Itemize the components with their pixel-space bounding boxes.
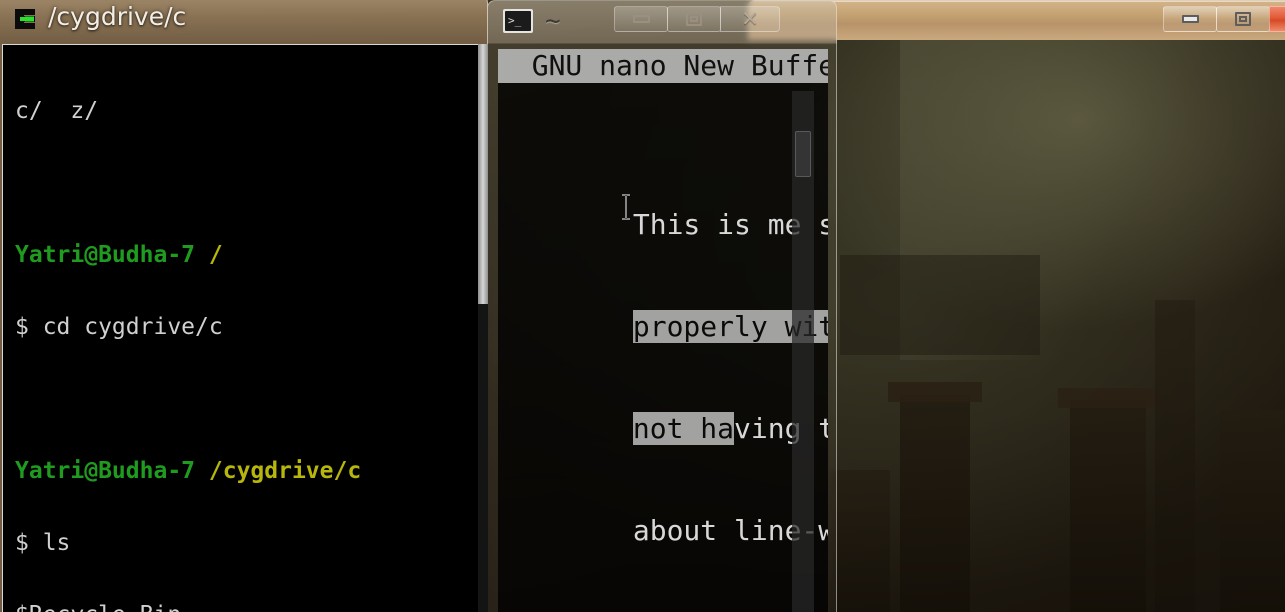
minimize-button[interactable] — [1163, 6, 1217, 32]
terminal-text: c/ z/ — [15, 98, 99, 124]
terminal-line: c/ z/ — [15, 99, 361, 123]
terminal-command: $ cd cygdrive/c — [15, 314, 223, 340]
cygwin-terminal-output: c/ z/ Yatri@Budha-7 / $ cd cygdrive/c Ya… — [15, 51, 361, 612]
nano-line[interactable]: not having to worry much — [498, 378, 828, 445]
nano-editor[interactable]: GNU nano New Buffer Modified This is me … — [498, 49, 828, 612]
minimize-button[interactable] — [614, 6, 668, 32]
nano-scrollbar-thumb[interactable] — [795, 131, 811, 177]
maximize-icon — [1235, 12, 1251, 26]
mintty-nano-window[interactable]: >_ ~ ✕ GNU nano New Buffer Modified This… — [487, 0, 837, 612]
terminal-line: $ cd cygdrive/c — [15, 315, 361, 339]
minimize-icon — [1181, 15, 1199, 23]
minimize-icon — [632, 15, 650, 23]
terminal-prompt-path: /cygdrive/c — [208, 458, 362, 484]
close-button[interactable]: ✕ — [1269, 6, 1285, 32]
terminal-line: $Recycle.Bin — [15, 603, 361, 612]
nano-text-area[interactable]: This is me selecting text properly with … — [498, 106, 828, 612]
mintty-window-controls: ✕ — [614, 6, 780, 32]
maximize-button[interactable] — [1216, 6, 1270, 32]
maximize-icon — [686, 12, 702, 26]
close-icon: ✕ — [741, 6, 759, 31]
nano-line[interactable]: This is me selecting text — [498, 174, 828, 241]
mintty-title: ~ — [545, 6, 561, 36]
cygwin-vertical-scrollbar[interactable] — [478, 44, 488, 612]
cygwin-title: /cygdrive/c — [48, 2, 187, 31]
mintty-titlebar[interactable]: >_ ~ ✕ — [487, 0, 837, 42]
terminal-line: $ ls — [15, 531, 361, 555]
terminal-icon-glyph: >_ — [505, 11, 531, 31]
cygwin-terminal[interactable]: c/ z/ Yatri@Budha-7 / $ cd cygdrive/c Ya… — [2, 44, 480, 612]
terminal-prompt-user: Yatri@Budha-7 — [15, 242, 209, 268]
i-beam-cursor — [622, 194, 630, 220]
terminal-prompt-user: Yatri@Budha-7 — [15, 458, 209, 484]
terminal-line: Yatri@Budha-7 /cygdrive/c — [15, 459, 361, 483]
terminal-text: $Recycle.Bin — [15, 602, 181, 612]
terminal-prompt-path: / — [208, 242, 223, 268]
nano-line[interactable] — [498, 582, 828, 612]
nano-line[interactable]: properly with a mouse and — [498, 276, 828, 343]
close-button[interactable]: ✕ — [720, 6, 780, 32]
background-window-controls: ✕ — [1163, 6, 1285, 32]
nano-line[interactable]: about line-wrapping. — [498, 480, 828, 547]
cygwin-terminal-icon — [15, 9, 35, 29]
terminal-command: $ ls — [15, 530, 71, 556]
maximize-button[interactable] — [667, 6, 721, 32]
terminal-line: Yatri@Budha-7 / — [15, 243, 361, 267]
nano-title-bar: GNU nano New Buffer Modified — [498, 49, 828, 83]
cygwin-window[interactable]: /cygdrive/c c/ z/ Yatri@Budha-7 / $ cd c… — [0, 0, 488, 612]
nano-line-selected-text: not ha — [632, 412, 735, 445]
cygwin-titlebar[interactable]: /cygdrive/c — [0, 0, 488, 42]
nano-vertical-scrollbar[interactable] — [792, 91, 814, 612]
terminal-icon: >_ — [503, 9, 533, 33]
cygwin-scrollbar-thumb[interactable] — [478, 44, 488, 304]
